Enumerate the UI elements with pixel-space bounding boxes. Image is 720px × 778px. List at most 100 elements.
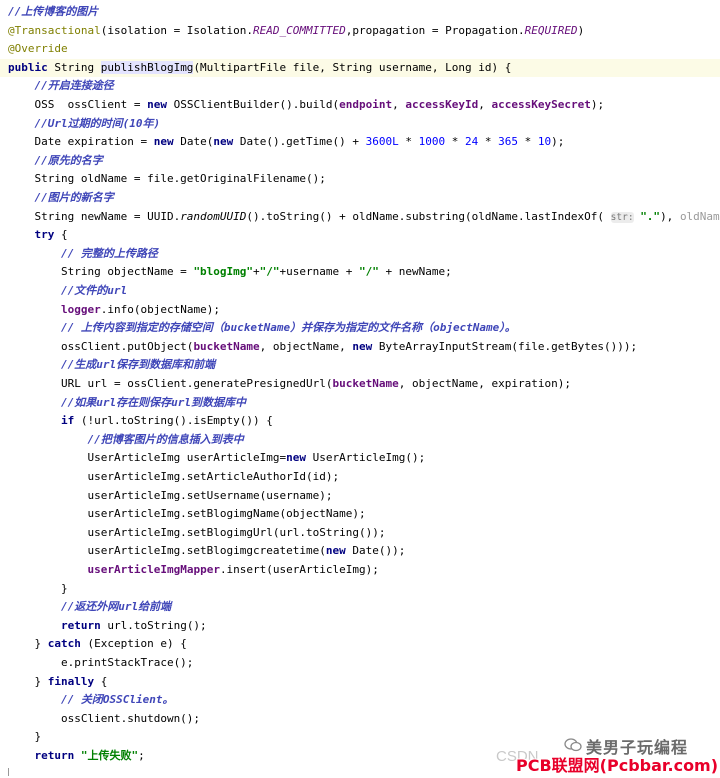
fold-gutter-marker xyxy=(8,768,13,776)
code-token: OSS ossClient = xyxy=(8,98,148,111)
code-token: { xyxy=(60,228,68,242)
code-token: //如果url存在则保存url到数据库中 xyxy=(8,395,246,409)
code-token: .insert(userArticleImg); xyxy=(219,563,379,576)
code-line[interactable]: try { xyxy=(0,226,720,245)
code-token: String xyxy=(54,60,101,74)
code-line[interactable]: //如果url存在则保存url到数据库中 xyxy=(0,394,720,413)
code-token: if xyxy=(8,414,81,428)
code-token: userArticleImg.setArticleAuthorId(id); xyxy=(8,470,340,483)
code-line[interactable]: ossClient.shutdown(); xyxy=(0,710,720,729)
code-line[interactable]: //文件的url xyxy=(0,282,720,301)
code-line[interactable]: @Override xyxy=(0,40,720,59)
code-token: UserArticleImg(); xyxy=(312,451,426,465)
code-token: Date( xyxy=(180,135,214,149)
code-line[interactable]: } xyxy=(0,580,720,599)
code-line[interactable]: //生成url保存到数据库和前端 xyxy=(0,356,720,375)
code-line[interactable]: return url.toString(); xyxy=(0,617,720,636)
code-line[interactable]: userArticleImg.setBlogimgName(objectName… xyxy=(0,505,720,524)
code-line[interactable]: @Transactional(isolation = Isolation.REA… xyxy=(0,22,720,41)
wechat-icon xyxy=(564,738,582,752)
code-token: return xyxy=(8,618,108,632)
code-token: URL url = ossClient.generatePresignedUrl… xyxy=(8,377,333,390)
code-token: public xyxy=(8,60,55,74)
code-token: new xyxy=(153,135,181,149)
code-token: 10 xyxy=(537,135,552,149)
watermark: CSDN 美男子玩编程 PCB联盟网(Pcbbar.com) xyxy=(490,728,720,778)
code-token: userArticleImg.setBlogimgcreatetime( xyxy=(8,544,326,558)
code-token: } xyxy=(8,581,68,595)
code-line[interactable]: userArticleImg.setUsername(username); xyxy=(0,487,720,506)
code-token: //Url过期的时间(10年) xyxy=(8,116,161,130)
code-token: ), xyxy=(660,209,680,223)
code-token: userArticleImg.setBlogimgUrl(url.toStrin… xyxy=(8,525,386,539)
code-token: new xyxy=(325,544,353,558)
code-token: randomUUID xyxy=(180,209,247,223)
code-token: //原先的名字 xyxy=(8,153,103,167)
code-line[interactable]: UserArticleImg userArticleImg=new UserAr… xyxy=(0,449,720,468)
code-line[interactable]: Date expiration = new Date(new Date().ge… xyxy=(0,133,720,152)
code-token: "/" xyxy=(359,265,379,279)
code-token: 3600L xyxy=(365,135,399,149)
code-token: * xyxy=(518,135,538,149)
code-token: Date()); xyxy=(352,544,406,558)
code-token: String oldName = file.getOriginalFilenam… xyxy=(8,172,326,186)
code-line[interactable]: } catch (Exception e) { xyxy=(0,635,720,654)
code-token: finally xyxy=(47,674,101,688)
code-token: { xyxy=(100,674,108,688)
code-token: "." xyxy=(640,209,661,223)
code-token: 24 xyxy=(465,135,479,149)
code-token: READ_COMMITTED xyxy=(253,23,346,37)
code-token: bucketName xyxy=(332,377,399,390)
code-token: @Transactional xyxy=(8,23,101,37)
code-line[interactable]: //图片的新名字 xyxy=(0,189,720,208)
code-line[interactable]: //返还外网url给前端 xyxy=(0,598,720,617)
code-token: ,propagation = Propagation. xyxy=(345,23,525,37)
code-line[interactable]: String objectName = "blogImg"+"/"+userna… xyxy=(0,263,720,282)
code-token: ByteArrayInputStream(file.getBytes())); xyxy=(378,339,638,353)
code-line[interactable]: //把博客图片的信息插入到表中 xyxy=(0,431,720,450)
code-token: (Exception e) { xyxy=(87,637,187,651)
code-token: userArticleImg.setBlogimgName(objectName… xyxy=(8,507,366,521)
code-line[interactable]: e.printStackTrace(); xyxy=(0,654,720,673)
code-line[interactable]: logger.info(objectName); xyxy=(0,301,720,320)
code-line[interactable]: } finally { xyxy=(0,673,720,692)
code-line[interactable]: // 完整的上传路径 xyxy=(0,245,720,264)
code-line[interactable]: userArticleImgMapper.insert(userArticleI… xyxy=(0,561,720,580)
code-editor[interactable]: //上传博客的图片 @Transactional(isolation = Isol… xyxy=(0,0,720,778)
code-token: * xyxy=(478,135,499,149)
code-token: "上传失败" xyxy=(80,749,139,762)
code-token: ().toString() + oldName.substring(oldNam… xyxy=(246,209,611,223)
code-line[interactable]: String newName = UUID.randomUUID().toStr… xyxy=(0,208,720,227)
code-line[interactable]: userArticleImg.setBlogimgcreatetime(new … xyxy=(0,542,720,561)
code-token: OSSClientBuilder().build( xyxy=(173,98,340,111)
code-token: endpoint xyxy=(339,98,393,111)
code-line[interactable]: //上传博客的图片 xyxy=(0,3,720,22)
code-line[interactable]: String oldName = file.getOriginalFilenam… xyxy=(0,170,720,189)
code-line[interactable]: // 关闭OSSClient。 xyxy=(0,691,720,710)
code-token: String objectName = xyxy=(8,265,194,279)
code-token: return xyxy=(8,749,81,762)
code-token: //生成url保存到数据库和前端 xyxy=(8,358,216,372)
code-token: // 上传内容到指定的存储空间（bucketName）并保存为指定的文件名称（o… xyxy=(8,321,516,335)
code-token: //开启连接途径 xyxy=(8,79,114,93)
code-token: Date().getTime() + xyxy=(239,135,366,149)
code-line[interactable]: //开启连接途径 xyxy=(0,77,720,96)
code-token: +username + xyxy=(279,265,360,279)
code-token: , objectName, xyxy=(259,339,353,353)
code-line[interactable]: // 上传内容到指定的存储空间（bucketName）并保存为指定的文件名称（o… xyxy=(0,319,720,338)
code-line[interactable]: if (!url.toString().isEmpty()) { xyxy=(0,412,720,431)
code-line[interactable]: userArticleImg.setBlogimgUrl(url.toStrin… xyxy=(0,524,720,543)
code-line[interactable]: userArticleImg.setArticleAuthorId(id); xyxy=(0,468,720,487)
code-token: String newName = UUID. xyxy=(8,209,181,223)
code-line[interactable]: URL url = ossClient.generatePresignedUrl… xyxy=(0,375,720,394)
code-token: (isolation = Isolation. xyxy=(100,23,254,37)
code-line[interactable]: public String publishBlogImg(MultipartFi… xyxy=(0,58,720,78)
code-token: new xyxy=(213,135,240,149)
code-token: //图片的新名字 xyxy=(8,191,114,204)
code-line[interactable]: ossClient.putObject(bucketName, objectNa… xyxy=(0,338,720,357)
code-line[interactable]: //Url过期的时间(10年) xyxy=(0,115,720,134)
code-line[interactable]: //原先的名字 xyxy=(0,152,720,171)
code-line[interactable]: OSS ossClient = new OSSClientBuilder().b… xyxy=(0,96,720,115)
